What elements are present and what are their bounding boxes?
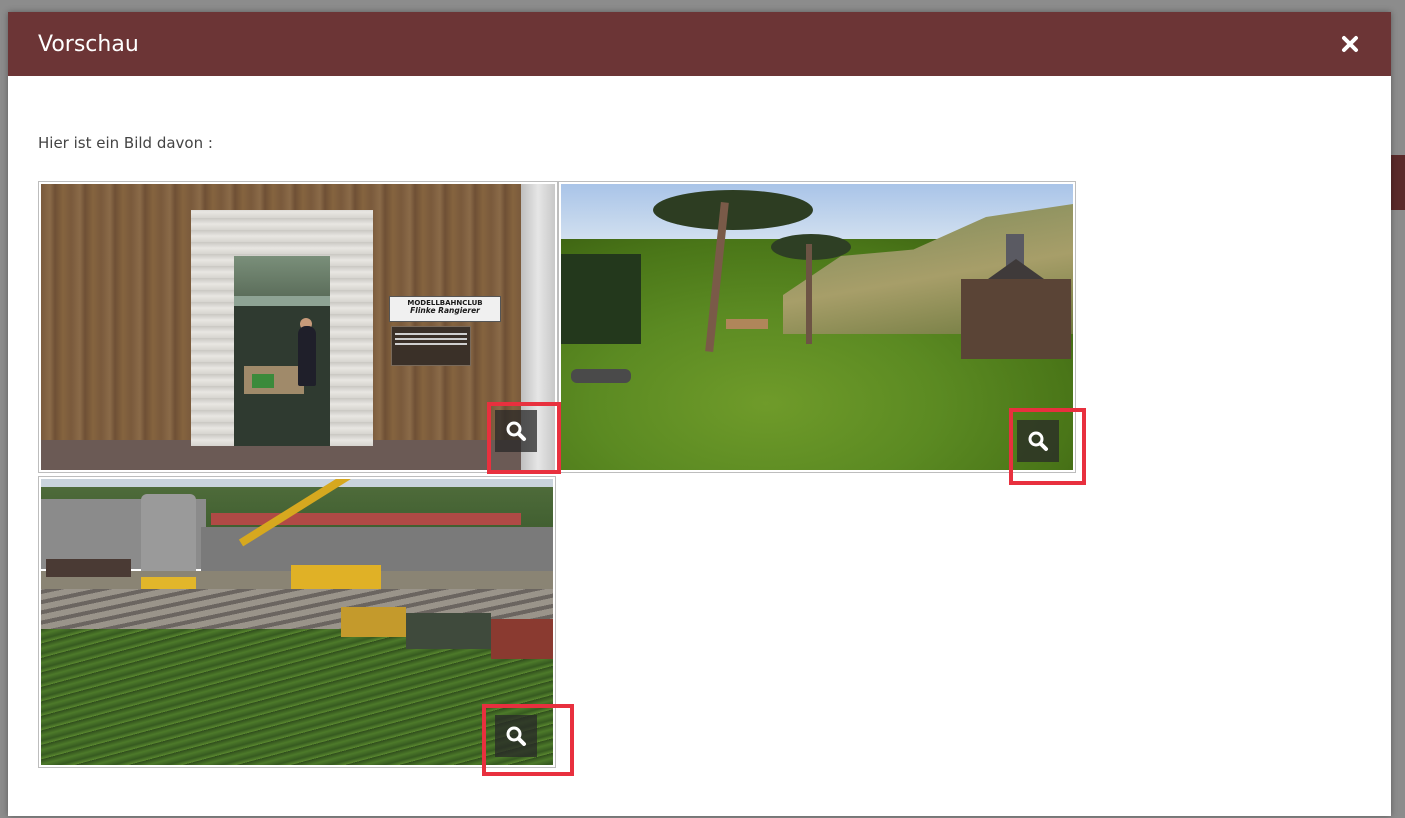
intro-text: Hier ist ein Bild davon : — [38, 134, 213, 152]
club-sign-line2: Flinke Rangierer — [410, 306, 480, 316]
gallery-image-1[interactable]: MODELLBAHNCLUB Flinke Rangierer — [38, 181, 558, 473]
doorway-interior — [234, 256, 330, 446]
gallery-image-3[interactable] — [38, 476, 556, 768]
zoom-button[interactable] — [495, 410, 537, 452]
gallery-image-2[interactable] — [558, 181, 1076, 473]
zoom-button[interactable] — [495, 715, 537, 757]
chapel — [961, 279, 1071, 359]
club-entrance-scene: MODELLBAHNCLUB Flinke Rangierer — [41, 184, 555, 470]
mountain-meadow-scene — [561, 184, 1073, 470]
backdrop-strip — [1390, 155, 1405, 210]
search-icon — [1028, 431, 1048, 451]
search-icon — [506, 421, 526, 441]
rail-yard-scene — [41, 479, 553, 765]
zoom-button[interactable] — [1017, 420, 1059, 462]
club-sign: MODELLBAHNCLUB Flinke Rangierer — [389, 296, 501, 322]
close-icon — [1342, 36, 1358, 52]
preview-modal: Vorschau Hier ist ein Bild davon : MODEL… — [8, 12, 1391, 816]
modal-body: Hier ist ein Bild davon : MODELLBAHNCLUB — [8, 76, 1391, 816]
search-icon — [506, 726, 526, 746]
close-button[interactable] — [1337, 31, 1363, 57]
modal-title: Vorschau — [38, 31, 139, 57]
modal-header: Vorschau — [8, 12, 1391, 76]
notice-board — [391, 326, 471, 366]
